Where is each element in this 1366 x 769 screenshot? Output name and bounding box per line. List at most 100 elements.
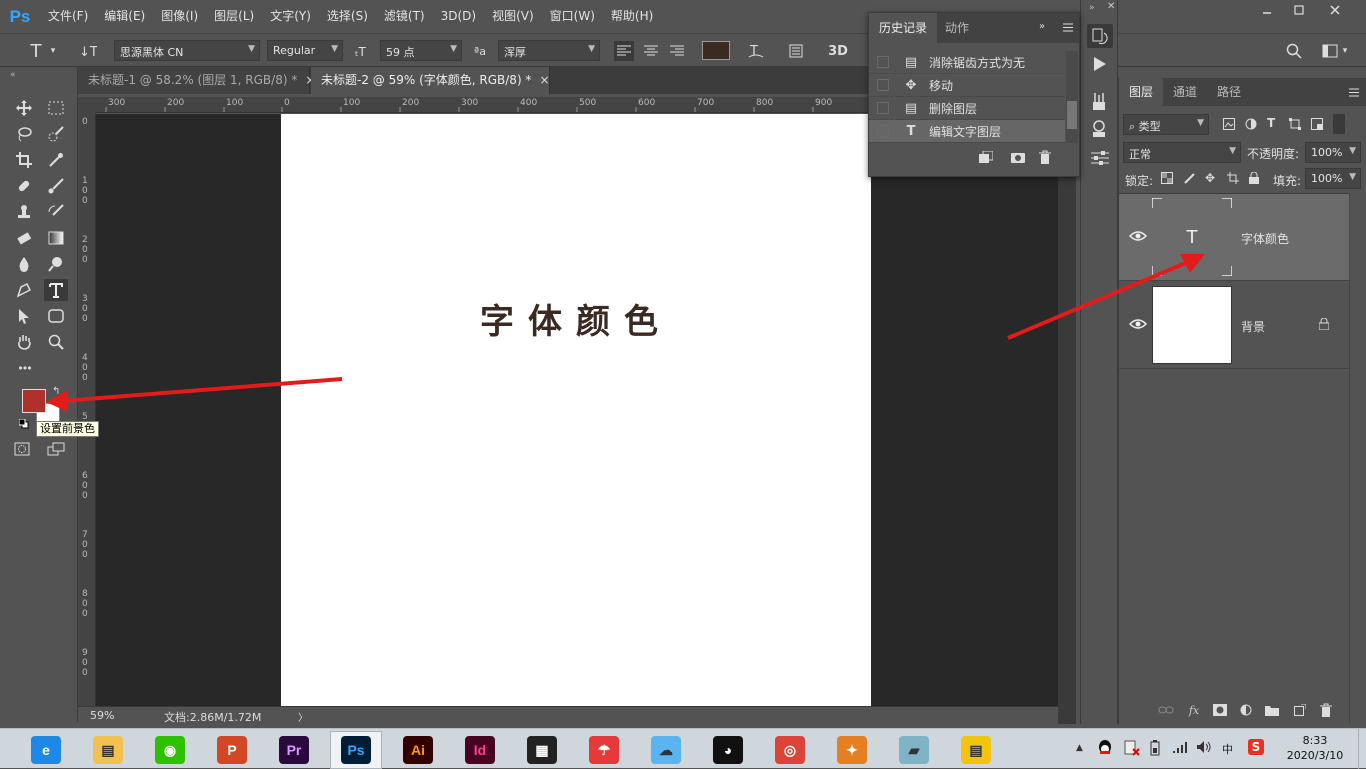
filter-toggle[interactable] (1333, 114, 1345, 134)
history-item-selected[interactable]: T 编辑文字图层 (869, 120, 1065, 143)
screen-mode-icon[interactable] (44, 438, 68, 460)
close-icon[interactable]: × (539, 73, 549, 87)
workspace-icon[interactable] (1320, 41, 1340, 61)
healing-brush-tool-icon[interactable] (12, 175, 36, 197)
pen-tool-icon[interactable] (12, 279, 36, 301)
blur-tool-icon[interactable] (12, 253, 36, 275)
tray-expand-icon[interactable]: ▲ (1076, 743, 1083, 753)
canvas-text-layer[interactable]: 字体颜色 (281, 294, 871, 343)
taskbar-app-ie[interactable]: e (20, 731, 72, 769)
more-tools-icon[interactable]: ••• (12, 357, 36, 379)
menu-3d[interactable]: 3D(D) (433, 0, 484, 33)
lock-artboard-icon[interactable] (1227, 172, 1239, 184)
taskbar-app-fox[interactable]: ✦ (826, 731, 878, 769)
filter-shape-icon[interactable] (1289, 118, 1301, 130)
taskbar-app-powerpoint[interactable]: P (206, 731, 258, 769)
fill-input[interactable]: 100% ▼ (1305, 168, 1361, 189)
trash-icon[interactable] (1317, 702, 1335, 718)
blend-mode-select[interactable]: 正常 ▼ (1123, 142, 1241, 163)
quick-mask-icon[interactable] (10, 438, 34, 460)
hand-tool-icon[interactable] (12, 331, 36, 353)
tab-layers[interactable]: 图层 (1119, 78, 1164, 106)
menu-view[interactable]: 视图(V) (484, 0, 542, 33)
menu-file[interactable]: 文件(F) (40, 0, 96, 33)
filter-smart-object-icon[interactable] (1311, 118, 1323, 130)
lock-transparent-icon[interactable] (1161, 172, 1173, 184)
zoom-level[interactable]: 59% (90, 709, 114, 722)
camera-icon[interactable] (1011, 151, 1025, 163)
snapshot-checkbox[interactable] (877, 125, 889, 137)
antialias-select[interactable]: 浑厚 ▼ (498, 40, 600, 61)
taskbar-app-umbrella[interactable]: ☂ (578, 731, 630, 769)
path-select-tool-icon[interactable] (12, 305, 36, 327)
lasso-tool-icon[interactable] (12, 123, 36, 145)
eyedropper-tool-icon[interactable] (44, 149, 68, 171)
history-panel-icon[interactable] (1087, 24, 1113, 48)
character-panel-icon[interactable] (786, 41, 806, 61)
history-item[interactable]: ▤ 删除图层 (869, 97, 1065, 120)
layer-row-text[interactable]: T 字体颜色 (1119, 194, 1349, 281)
add-mask-icon[interactable] (1211, 702, 1229, 718)
snapshot-checkbox[interactable] (877, 56, 889, 68)
link-layers-icon[interactable] (1157, 702, 1175, 718)
align-right-icon[interactable] (667, 41, 687, 61)
brush-tool-icon[interactable] (44, 175, 68, 197)
snapshot-checkbox[interactable] (877, 79, 889, 91)
taskbar-app-notes[interactable]: ▤ (950, 731, 1002, 769)
expand-icon[interactable]: » (1089, 3, 1095, 13)
taskbar-app-book[interactable]: ▰ (888, 731, 940, 769)
gradient-tool-icon[interactable] (44, 227, 68, 249)
trash-icon[interactable] (1039, 150, 1051, 164)
brush-panel-icon[interactable] (1091, 92, 1107, 112)
play-icon[interactable] (1091, 56, 1107, 72)
menu-edit[interactable]: 编辑(E) (96, 0, 153, 33)
taskbar-app-wechat[interactable]: ◉ (144, 731, 196, 769)
type-tool-preset-icon[interactable]: T (26, 41, 46, 62)
move-tool-icon[interactable] (12, 97, 36, 119)
lock-all-icon[interactable] (1249, 172, 1259, 184)
filter-adjustment-icon[interactable] (1245, 118, 1257, 130)
quick-select-tool-icon[interactable] (44, 123, 68, 145)
qq-tray-icon[interactable] (1097, 739, 1113, 757)
filter-pixel-icon[interactable] (1223, 118, 1235, 130)
history-item[interactable]: ▤ 消除锯齿方式为无 (869, 51, 1065, 74)
menu-type[interactable]: 文字(Y) (262, 0, 319, 33)
taskbar-app-photoshop[interactable]: Ps (330, 731, 382, 769)
minimize-icon[interactable] (1252, 0, 1282, 20)
align-center-icon[interactable] (641, 41, 661, 61)
taskbar-app-cloud[interactable]: ☁ (640, 731, 692, 769)
security-tray-icon[interactable] (1124, 740, 1140, 756)
eye-icon[interactable] (1129, 318, 1147, 330)
history-scrollbar[interactable] (1066, 51, 1078, 143)
search-icon[interactable] (1284, 41, 1304, 61)
font-style-select[interactable]: Regular ▼ (267, 40, 343, 61)
tab-paths[interactable]: 路径 (1207, 78, 1251, 106)
status-menu-arrow[interactable]: 〉 (298, 709, 308, 724)
vertical-scrollbar[interactable] (1058, 94, 1076, 724)
maximize-icon[interactable] (1284, 0, 1314, 20)
taskbar-app-chrome[interactable]: ◎ (764, 731, 816, 769)
layer-name[interactable]: 背景 (1241, 318, 1265, 335)
menu-layer[interactable]: 图层(L) (206, 0, 262, 33)
taskbar-app-illustrator[interactable]: Ai (392, 731, 444, 769)
rectangle-tool-icon[interactable] (44, 305, 68, 327)
taskbar-app-qq[interactable]: ◕ (702, 731, 754, 769)
battery-icon[interactable] (1148, 740, 1162, 756)
volume-icon[interactable] (1196, 740, 1212, 754)
layer-filter-select[interactable]: ⌕ 类型 ▼ (1123, 114, 1209, 135)
panel-menu-icon[interactable] (1349, 88, 1359, 97)
tab-channels[interactable]: 通道 (1163, 78, 1207, 106)
properties-panel-icon[interactable] (1091, 150, 1109, 166)
zoom-tool-icon[interactable] (44, 331, 68, 353)
tab-history[interactable]: 历史记录 (869, 13, 938, 43)
toggle-orientation-icon[interactable]: ↓T (78, 41, 98, 61)
lock-position-icon[interactable]: ✥ (1205, 171, 1215, 185)
chevron-down-icon[interactable]: ▾ (1340, 41, 1350, 61)
collapse-icon[interactable]: » (1039, 21, 1045, 32)
wifi-icon[interactable] (1172, 740, 1188, 754)
snapshot-checkbox[interactable] (877, 102, 889, 114)
adjustments-panel-icon[interactable] (1091, 120, 1107, 138)
close-icon[interactable] (1320, 0, 1350, 20)
foreground-color-swatch[interactable] (22, 389, 46, 413)
dodge-tool-icon[interactable] (44, 253, 68, 275)
